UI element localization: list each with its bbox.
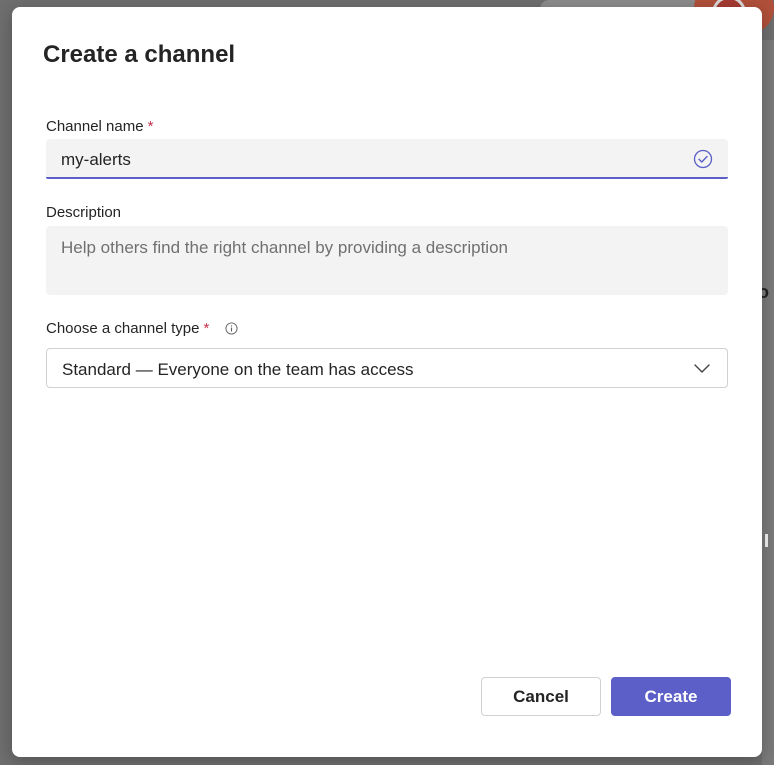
background-panel <box>762 40 774 765</box>
chevron-down-icon[interactable] <box>694 362 710 374</box>
channel-name-label-text: Channel name <box>46 118 144 135</box>
create-button[interactable]: Create <box>611 677 731 716</box>
background-scrollbar-mark <box>765 534 768 547</box>
info-icon[interactable] <box>225 321 239 335</box>
channel-type-label-text: Choose a channel type <box>46 320 200 337</box>
description-label: Description <box>46 204 122 221</box>
cancel-button[interactable]: Cancel <box>481 677 601 716</box>
description-input[interactable]: Help others find the right channel by pr… <box>46 226 728 295</box>
channel-name-input[interactable]: my-alerts <box>46 139 728 179</box>
channel-type-selected[interactable]: Standard — Everyone on the team has acce… <box>62 360 414 380</box>
checkmark-circle-icon <box>693 149 713 169</box>
create-channel-dialog: Create a channel Channel name * my-alerts… <box>12 7 762 757</box>
channel-name-value[interactable]: my-alerts <box>61 150 131 170</box>
channel-type-dropdown[interactable]: Standard — Everyone on the team has acce… <box>46 348 728 388</box>
required-asterisk: * <box>147 118 154 135</box>
description-placeholder: Help others find the right channel by pr… <box>61 238 508 257</box>
required-asterisk: * <box>203 320 210 337</box>
channel-name-label: Channel name * <box>46 118 153 135</box>
dialog-title: Create a channel <box>43 41 236 68</box>
channel-type-label: Choose a channel type * <box>46 320 239 337</box>
